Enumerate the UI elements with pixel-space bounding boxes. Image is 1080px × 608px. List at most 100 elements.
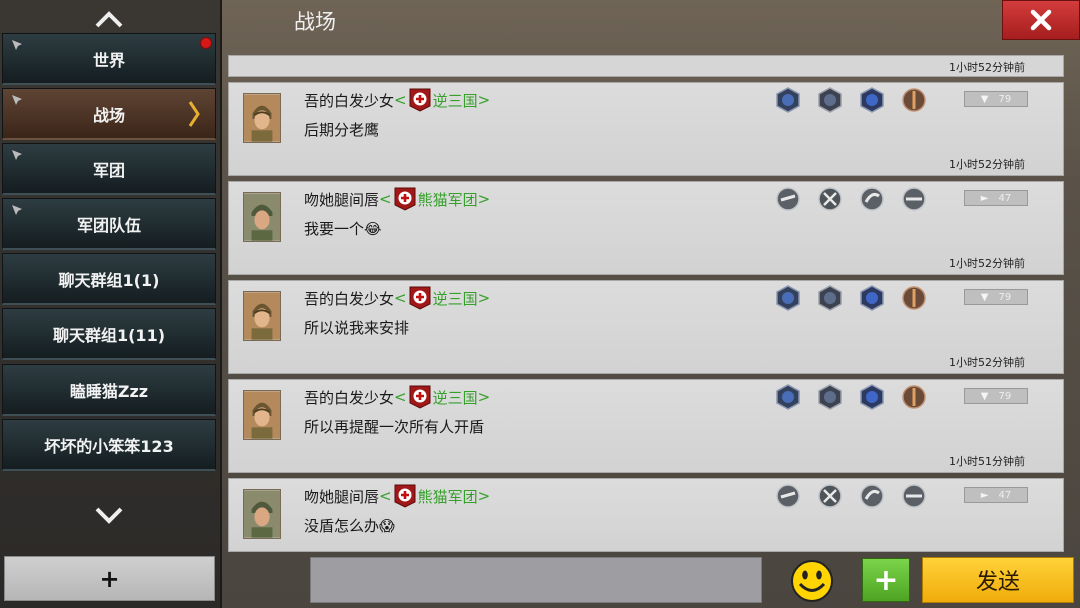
guild-bracket-close: > [477,487,491,505]
sidebar-item-label: 坏坏的小笨笨123 [44,436,174,456]
badge-row [774,86,928,114]
rank-arrow-icon: ► [980,192,989,204]
add-channel-button[interactable]: + [4,556,215,601]
sidebar-item-battlefield[interactable]: 战场 [2,88,216,140]
sidebar-item-label: 战场 [92,105,125,125]
laughing-emoji-icon: 😂 [364,220,382,238]
sender-name[interactable]: 吾的白发少女 [304,90,394,111]
rank-down-icon: ▼ [980,93,989,105]
bronze-medal-badge-icon [902,385,926,409]
guild-name[interactable]: 熊猫军团 [418,189,478,210]
message-list[interactable]: 1小时52分钟前 吾的白发少女 < 逆三国 > 后期分老鹰 ▼ 79 1小时52… [228,0,1066,556]
emoji-button[interactable] [789,559,835,603]
rank-arrow-icon: ► [980,489,989,501]
pin-icon [12,205,22,215]
chevron-right-icon [188,101,200,127]
message-card: 吻她腿间唇 < 熊猫军团 > 没盾怎么办😱 ► 47 [228,478,1064,552]
steel-badge-icon [860,187,884,211]
sender-name[interactable]: 吻她腿间唇 [304,189,379,210]
sidebar-item-label: 瞌睡猫Zzz [69,381,149,401]
scroll-down-icon[interactable] [92,504,126,528]
message-timestamp: 1小时51分钟前 [949,455,1025,468]
player-avatar[interactable] [243,93,281,143]
sender-name[interactable]: 吾的白发少女 [304,288,394,309]
guild-flag-icon [409,385,431,409]
player-avatar[interactable] [243,390,281,440]
blue-rank-badge-icon [776,384,800,410]
guild-bracket-open: < [379,190,392,208]
message-card: 吾的白发少女 < 逆三国 > 所以说我来安排 ▼ 79 1小时52分钟前 [228,280,1064,374]
message-timestamp: 1小时52分钟前 [949,257,1025,270]
crossed-swords-badge-icon [818,187,842,211]
level-value: 79 [998,291,1012,303]
level-value: 79 [998,390,1012,402]
player-avatar[interactable] [243,291,281,341]
guild-bracket-open: < [394,388,407,406]
screaming-emoji-icon: 😱 [379,517,395,535]
sidebar-item-chat-group-2[interactable]: 聊天群组1(11) [2,308,216,360]
badge-row [774,284,928,312]
sidebar-item-legion[interactable]: 军团 [2,143,216,195]
message-text: 没盾怎么办😱 [304,515,395,536]
blue-rank-badge-icon [860,384,884,410]
sidebar-item-private-chat-2[interactable]: 坏坏的小笨笨123 [2,419,216,471]
sender-line: 吾的白发少女 < 逆三国 > [304,88,490,112]
crossed-swords-badge-icon [818,484,842,508]
level-indicator: ▼ 79 [964,289,1028,305]
chat-input[interactable] [310,557,762,603]
sidebar-item-private-chat-1[interactable]: 瞌睡猫Zzz [2,364,216,416]
scroll-up-icon[interactable] [92,8,126,32]
plus-label: + [873,562,899,598]
unread-dot-icon [200,37,212,49]
guild-bracket-open: < [379,487,392,505]
guild-bracket-open: < [394,91,407,109]
pin-icon [12,95,22,105]
steel-badge-icon [860,484,884,508]
sender-name[interactable]: 吻她腿间唇 [304,486,379,507]
blue-rank-badge-icon [860,87,884,113]
steel-badge-icon [776,187,800,211]
sender-name[interactable]: 吾的白发少女 [304,387,394,408]
sender-line: 吾的白发少女 < 逆三国 > [304,286,490,310]
guild-name[interactable]: 逆三国 [433,387,478,408]
sidebar-item-label: 聊天群组1(11) [52,325,166,345]
sidebar-item-legion-team[interactable]: 军团队伍 [2,198,216,250]
sidebar-item-chat-group-1[interactable]: 聊天群组1(1) [2,253,216,305]
guild-name[interactable]: 逆三国 [433,90,478,111]
guild-flag-icon [409,286,431,310]
level-value: 47 [998,489,1012,501]
guild-bracket-close: > [477,91,491,109]
steel-badge-icon [902,484,926,508]
badge-row [774,185,928,213]
smiley-icon [791,560,833,602]
attach-plus-button[interactable]: + [862,558,910,602]
level-indicator: ▼ 79 [964,91,1028,107]
message-text: 所以再提醒一次所有人开盾 [304,418,485,436]
message-text: 后期分老鹰 [304,121,380,139]
player-avatar[interactable] [243,489,281,539]
message-timestamp: 1小时52分钟前 [949,356,1025,369]
sidebar-item-label: 世界 [92,50,125,70]
sidebar-item-world[interactable]: 世界 [2,33,216,85]
sidebar-item-label: 军团队伍 [76,215,141,235]
message-card: 吾的白发少女 < 逆三国 > 所以再提醒一次所有人开盾 ▼ 79 1小时51分钟… [228,379,1064,473]
message-text: 我要一个😂 [304,218,382,239]
guild-name[interactable]: 熊猫军团 [418,486,478,507]
level-indicator: ▼ 79 [964,388,1028,404]
send-button[interactable]: 发送 [922,557,1074,603]
pin-icon [12,40,22,50]
guild-flag-icon [394,484,416,508]
message-text: 所以说我来安排 [304,319,410,337]
blue-rank-badge-icon [860,285,884,311]
message-card: 吾的白发少女 < 逆三国 > 后期分老鹰 ▼ 79 1小时52分钟前 [228,82,1064,176]
player-avatar[interactable] [243,192,281,242]
level-indicator: ► 47 [964,190,1028,206]
sidebar-item-label: 聊天群组1(1) [58,270,160,290]
guild-name[interactable]: 逆三国 [433,288,478,309]
bronze-medal-badge-icon [902,286,926,310]
message-card-partial: 1小时52分钟前 [228,55,1064,77]
guild-bracket-open: < [394,289,407,307]
blue-rank-badge-icon [776,285,800,311]
blue-rank-badge-icon [818,285,842,311]
pin-icon [12,150,22,160]
